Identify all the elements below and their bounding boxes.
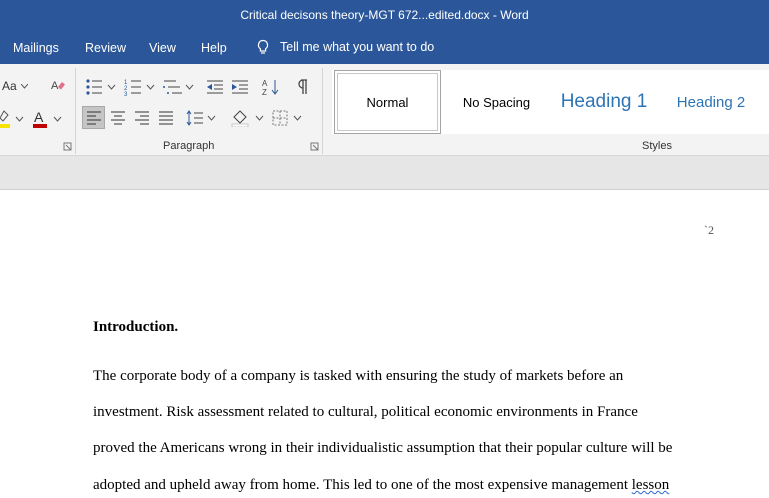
pilcrow-icon: [298, 79, 307, 94]
bullets-button[interactable]: [84, 76, 118, 98]
change-case-button[interactable]: Aa: [2, 76, 28, 96]
style-no-spacing-label: No Spacing: [462, 94, 531, 110]
multilevel-list-icon: [163, 80, 194, 94]
justify-icon: [159, 111, 173, 124]
separator: [322, 68, 323, 154]
decrease-indent-button[interactable]: [204, 76, 226, 98]
clear-formatting-button[interactable]: A: [48, 76, 68, 96]
style-heading-1[interactable]: Heading 1: [552, 70, 656, 134]
style-normal[interactable]: Normal: [334, 70, 441, 134]
svg-text:A: A: [34, 109, 44, 125]
svg-text:3: 3: [124, 92, 128, 96]
increase-indent-button[interactable]: [229, 76, 251, 98]
title-bar: Critical decisons theory-MGT 672...edite…: [0, 0, 769, 32]
show-hide-marks-button[interactable]: [292, 76, 312, 98]
font-color-button[interactable]: A: [32, 108, 64, 130]
justify-button[interactable]: [155, 106, 177, 129]
style-heading-2[interactable]: Heading 2: [659, 70, 763, 134]
tab-view[interactable]: View: [149, 41, 176, 55]
numbered-list-icon: 1 2 3: [124, 80, 155, 96]
bullet-list-icon: [86, 79, 116, 95]
align-right-button[interactable]: [131, 106, 153, 129]
tab-review[interactable]: Review: [85, 41, 126, 55]
paragraph-line: proved the Americans wrong in their indi…: [93, 440, 673, 456]
borders-button[interactable]: [272, 106, 306, 129]
document-page[interactable]: `2 Introduction. The corporate body of a…: [0, 190, 769, 498]
style-no-spacing[interactable]: No Spacing: [444, 70, 549, 134]
paragraph-line: investment. Risk assessment related to c…: [93, 404, 638, 420]
page-number: `2: [704, 223, 714, 237]
align-left-button[interactable]: [82, 106, 105, 129]
section-heading: Introduction.: [93, 319, 179, 335]
tell-me-search[interactable]: Tell me what you want to do: [256, 39, 434, 55]
svg-text:A: A: [262, 79, 268, 88]
paragraph-dialog-launcher-icon[interactable]: [310, 142, 319, 151]
svg-text:Z: Z: [262, 88, 267, 96]
highlight-color-button[interactable]: [0, 108, 26, 130]
style-heading-2-label: Heading 2: [676, 93, 746, 111]
numbering-button[interactable]: 1 2 3: [123, 76, 157, 98]
highlighter-icon: [0, 110, 24, 128]
font-color-icon: A: [33, 109, 62, 128]
decrease-indent-icon: [207, 80, 223, 94]
chevron-down-icon: [20, 83, 28, 89]
ribbon-tab-bar: Mailings Review View Help Tell me what y…: [0, 32, 769, 64]
tab-help[interactable]: Help: [201, 41, 227, 55]
style-normal-label: Normal: [366, 94, 409, 110]
paragraph-line-text: adopted and upheld away from home. This …: [93, 477, 632, 493]
align-center-button[interactable]: [107, 106, 129, 129]
line-spacing-button[interactable]: [186, 106, 218, 129]
change-case-label: Aa: [2, 79, 17, 93]
shading-button[interactable]: [230, 106, 266, 129]
line-spacing-icon: [186, 109, 216, 126]
lightbulb-icon: [257, 39, 269, 54]
styles-gallery: Normal No Spacing Heading 1 Heading 2: [332, 70, 769, 134]
style-heading-1-label: Heading 1: [560, 91, 648, 112]
align-right-icon: [135, 111, 149, 124]
font-dialog-launcher-icon[interactable]: [63, 142, 72, 151]
paragraph-line: The corporate body of a company is taske…: [93, 368, 624, 384]
sort-az-icon: A Z: [262, 79, 279, 96]
paint-bucket-icon: [231, 109, 264, 127]
multilevel-list-button[interactable]: [162, 76, 196, 98]
eraser-icon: A: [51, 80, 65, 92]
ruler-strip: [0, 156, 769, 190]
separator: [75, 68, 76, 154]
tell-me-text: Tell me what you want to do: [280, 40, 435, 54]
svg-text:A: A: [51, 80, 59, 92]
align-center-icon: [111, 111, 125, 124]
tab-mailings[interactable]: Mailings: [13, 41, 59, 55]
styles-group-label: Styles: [642, 140, 672, 152]
grammar-squiggle-word[interactable]: lesson: [632, 477, 670, 493]
align-left-icon: [86, 111, 101, 124]
sort-button[interactable]: A Z: [260, 76, 282, 98]
ribbon: Aa A A 1 2 3 A Z Paragraph Normal No Spa…: [0, 64, 769, 156]
increase-indent-icon: [232, 80, 248, 94]
borders-icon: [272, 110, 302, 125]
paragraph-group-label: Paragraph: [163, 140, 215, 152]
window-title: Critical decisons theory-MGT 672...edite…: [240, 8, 529, 22]
paragraph-line-last: adopted and upheld away from home. This …: [93, 477, 669, 494]
